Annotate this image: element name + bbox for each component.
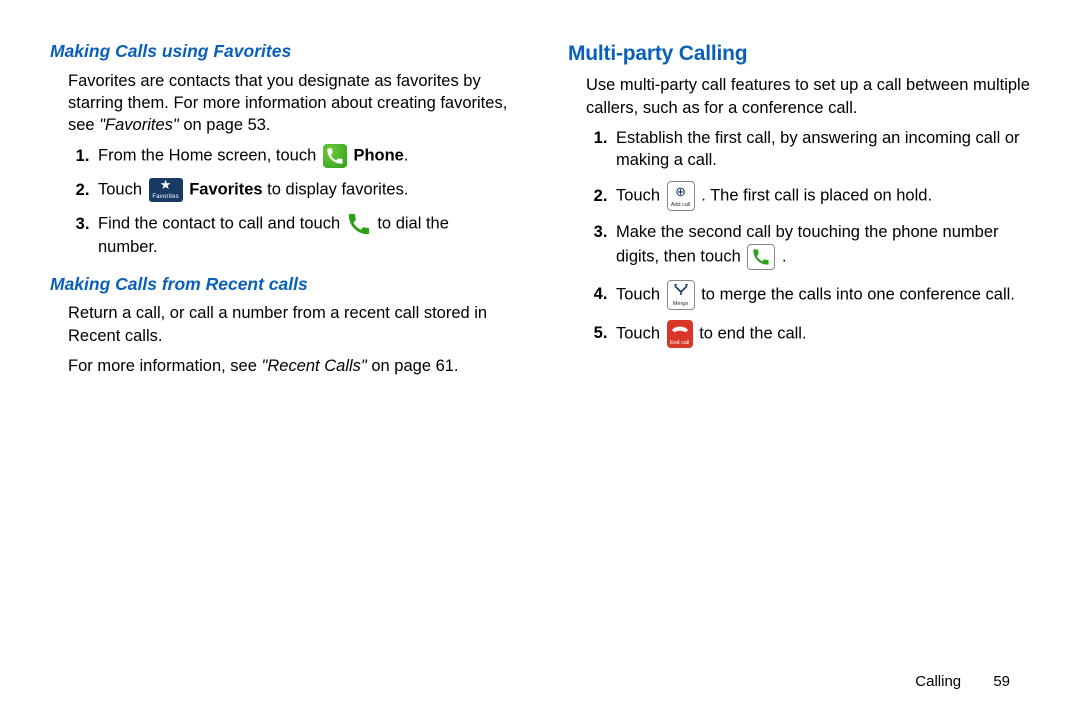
text: Establish the first call, by answering a… xyxy=(616,129,1020,169)
step-1: From the Home screen, touch Phone. xyxy=(94,144,512,168)
phone-label: Phone xyxy=(353,147,403,165)
merge-icon: Merge xyxy=(667,280,695,310)
text: Touch xyxy=(616,285,665,303)
text: For more information, see xyxy=(68,357,262,375)
heading-multiparty: Multi-party Calling xyxy=(568,40,1030,68)
text: Touch xyxy=(616,187,665,205)
add-call-icon: ⊕ Add call xyxy=(667,181,695,211)
star-icon: ★ xyxy=(149,177,183,192)
end-call-icon: End call xyxy=(667,320,693,348)
favorites-label: Favorites xyxy=(189,181,262,199)
text: Touch xyxy=(98,181,147,199)
text: on page 53. xyxy=(179,116,271,134)
text: to display favorites. xyxy=(263,181,409,199)
step-5: Touch End call to end the call. xyxy=(612,320,1030,348)
merge-label: Merge xyxy=(668,301,694,307)
end-call-label: End call xyxy=(667,340,693,346)
add-call-label: Add call xyxy=(668,202,694,208)
heading-recent-calls: Making Calls from Recent calls xyxy=(50,273,512,297)
multiparty-intro: Use multi-party call features to set up … xyxy=(568,74,1030,119)
ref-favorites: "Favorites" xyxy=(99,116,179,134)
text: to merge the calls into one conference c… xyxy=(701,285,1015,303)
multiparty-steps: Establish the first call, by answering a… xyxy=(568,127,1030,348)
text: From the Home screen, touch xyxy=(98,147,321,165)
page-footer: Calling 59 xyxy=(915,672,1010,692)
favorites-steps: From the Home screen, touch Phone. Touch… xyxy=(50,144,512,258)
footer-page-number: 59 xyxy=(993,673,1010,690)
dial-button-icon xyxy=(747,244,775,270)
favorites-icon-label: Favorites xyxy=(149,194,183,201)
plus-icon: ⊕ xyxy=(668,185,694,198)
ref-recent-calls: "Recent Calls" xyxy=(262,357,367,375)
text: . The first call is placed on hold. xyxy=(701,187,932,205)
text: to end the call. xyxy=(699,324,806,342)
phone-app-icon xyxy=(323,144,347,168)
text: Touch xyxy=(616,324,665,342)
step-1: Establish the first call, by answering a… xyxy=(612,127,1030,172)
footer-section: Calling xyxy=(915,673,961,690)
text: on page 61. xyxy=(367,357,459,375)
favorites-intro: Favorites are contacts that you designat… xyxy=(50,70,512,137)
step-3: Find the contact to call and touch to di… xyxy=(94,212,512,258)
step-4: Touch Merge to merge the calls into one … xyxy=(612,280,1030,310)
step-2: Touch ★ Favorites Favorites to display f… xyxy=(94,178,512,202)
recent-calls-p1: Return a call, or call a number from a r… xyxy=(50,302,512,347)
text: . xyxy=(782,247,787,265)
recent-calls-p2: For more information, see "Recent Calls"… xyxy=(50,355,512,377)
left-column: Making Calls using Favorites Favorites a… xyxy=(50,40,540,720)
text: Find the contact to call and touch xyxy=(98,215,345,233)
favorites-tab-icon: ★ Favorites xyxy=(149,178,183,202)
step-3: Make the second call by touching the pho… xyxy=(612,221,1030,269)
text: Make the second call by touching the pho… xyxy=(616,223,999,265)
dial-handset-icon xyxy=(347,212,371,236)
step-2: Touch ⊕ Add call . The first call is pla… xyxy=(612,181,1030,211)
manual-page: Making Calls using Favorites Favorites a… xyxy=(0,0,1080,720)
heading-favorites: Making Calls using Favorites xyxy=(50,40,512,64)
merge-arrows-icon xyxy=(668,284,694,296)
text: . xyxy=(404,147,409,165)
right-column: Multi-party Calling Use multi-party call… xyxy=(540,40,1030,720)
